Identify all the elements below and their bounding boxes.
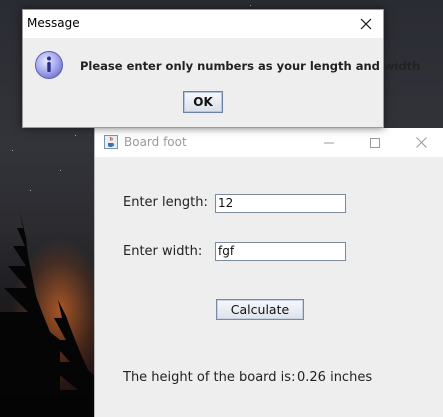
message-dialog: Message Please enter only numbers as you…	[22, 9, 420, 128]
dialog-titlebar[interactable]: Message	[23, 10, 383, 38]
close-button[interactable]	[398, 128, 443, 157]
width-input[interactable]: fgf	[215, 242, 346, 261]
window-title: Board foot	[124, 135, 187, 149]
board-foot-titlebar[interactable]: Board foot	[95, 128, 443, 157]
info-icon	[35, 51, 63, 79]
minimize-icon	[324, 142, 334, 143]
length-input[interactable]: 12	[215, 194, 346, 213]
star	[250, 5, 251, 6]
minimize-button[interactable]	[306, 128, 352, 157]
maximize-icon	[370, 137, 380, 148]
ok-button[interactable]: OK	[183, 91, 223, 113]
close-icon	[360, 18, 372, 30]
close-icon	[415, 137, 427, 148]
board-foot-window: Board foot Enter length: 12 Enter width:…	[94, 128, 443, 417]
length-label: Enter length:	[123, 195, 208, 210]
maximize-button[interactable]	[352, 128, 398, 157]
result-label: The height of the board is:	[123, 370, 296, 385]
java-cup-icon	[104, 135, 118, 149]
dialog-message: Please enter only numbers as your length…	[80, 59, 421, 73]
calculate-button[interactable]: Calculate	[216, 299, 304, 320]
result-value: 0.26 inches	[297, 370, 373, 385]
width-label: Enter width:	[123, 244, 203, 259]
dialog-close-button[interactable]	[349, 10, 383, 38]
dialog-title: Message	[27, 16, 80, 30]
